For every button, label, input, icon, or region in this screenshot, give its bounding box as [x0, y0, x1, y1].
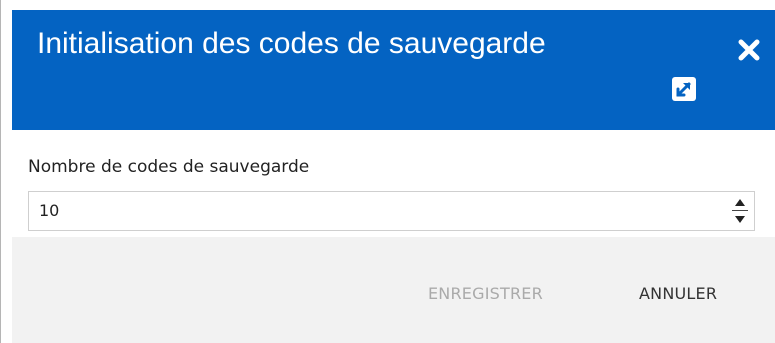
spinner-divider — [732, 210, 748, 211]
spinner-down-icon — [735, 216, 745, 223]
expand-button[interactable] — [671, 76, 697, 102]
expand-icon — [672, 77, 696, 101]
backup-codes-count-input[interactable] — [39, 192, 679, 230]
save-button[interactable]: ENREGISTRER — [428, 283, 543, 305]
spinner-up-icon — [735, 199, 745, 206]
decrement-button[interactable] — [730, 212, 750, 227]
backup-codes-dialog: Initialisation des codes de sauvegarde N… — [0, 0, 775, 343]
dialog-body: Nombre de codes de sauvegarde — [12, 130, 775, 237]
dialog-title: Initialisation des codes de sauvegarde — [37, 27, 546, 60]
backup-codes-count-field — [28, 191, 755, 231]
backup-codes-count-label: Nombre de codes de sauvegarde — [28, 157, 310, 177]
dialog-header: Initialisation des codes de sauvegarde — [12, 10, 775, 130]
close-button[interactable] — [734, 35, 764, 65]
number-spinner — [730, 195, 750, 227]
close-icon — [738, 39, 760, 61]
dialog-footer: ENREGISTRER ANNULER — [12, 237, 775, 343]
cancel-button[interactable]: ANNULER — [639, 283, 717, 305]
increment-button[interactable] — [730, 195, 750, 210]
